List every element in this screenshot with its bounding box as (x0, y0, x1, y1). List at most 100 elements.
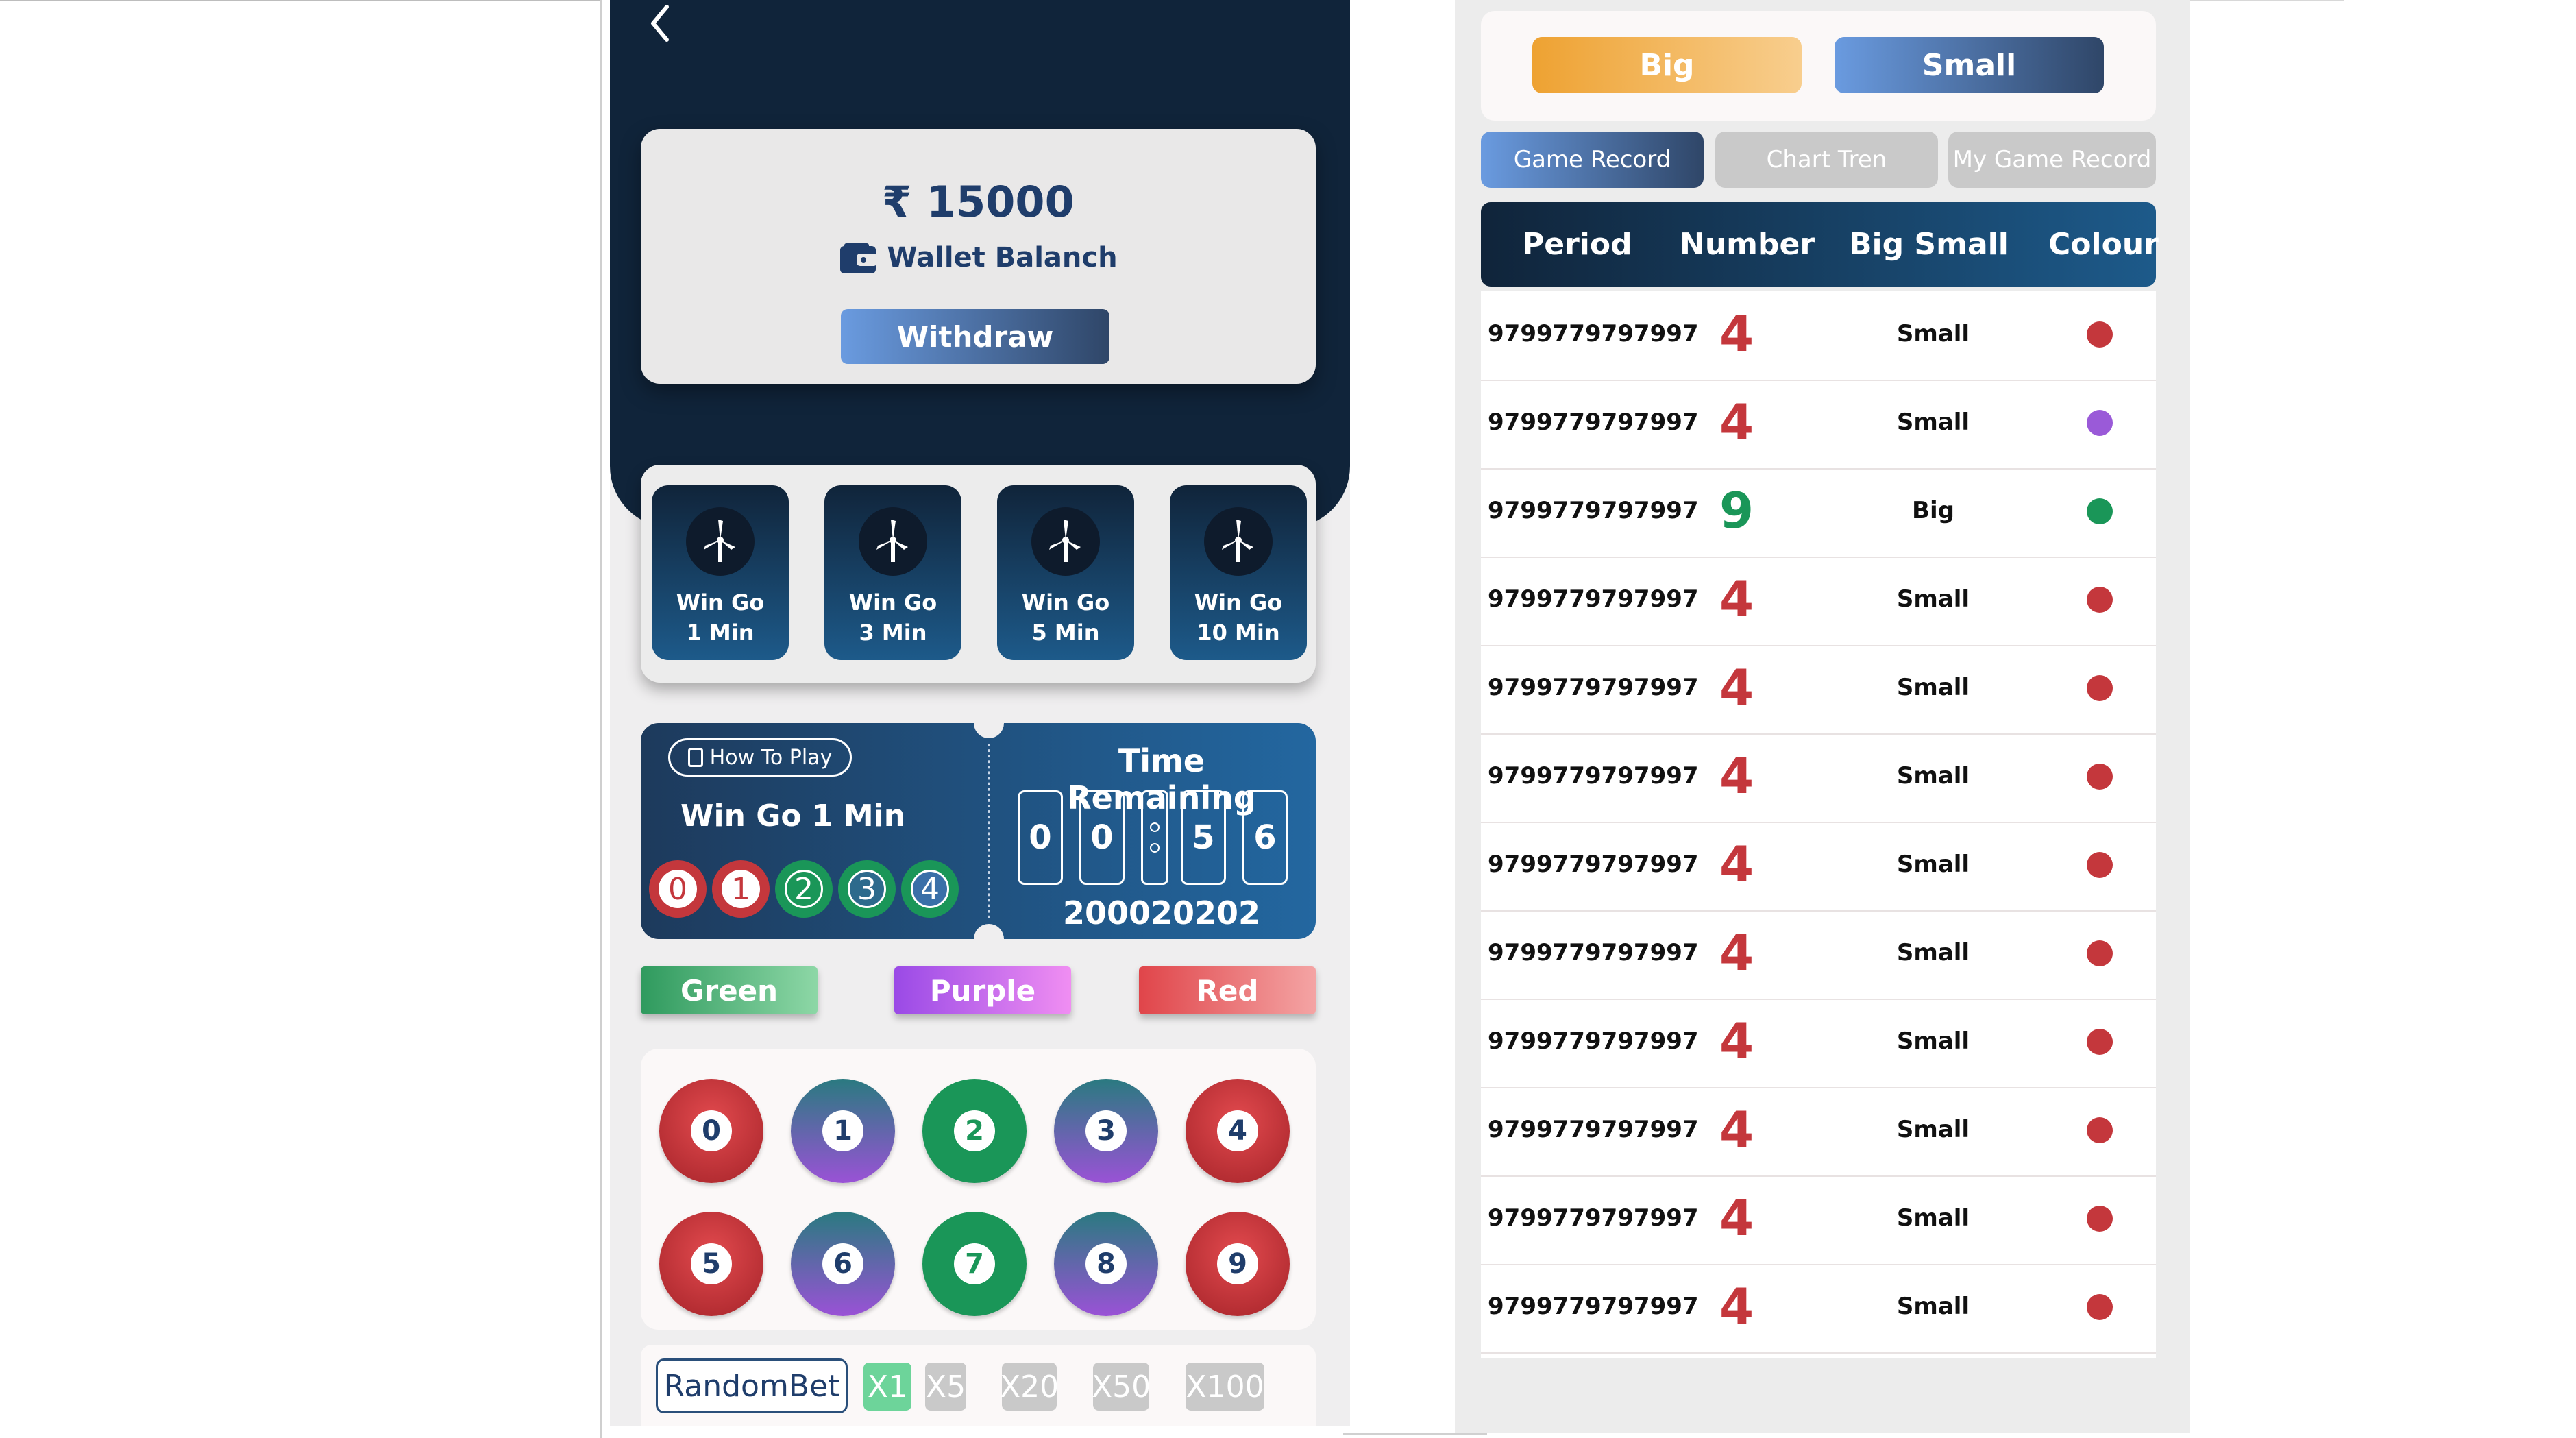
current-game-title: Win Go 1 Min (680, 799, 906, 833)
number-ball-8[interactable]: 8 (1054, 1212, 1158, 1316)
how-to-play-button[interactable]: How To Play (668, 738, 852, 777)
countdown-digit: 6 (1242, 790, 1288, 885)
game-mode-5min[interactable]: Win Go 5 Min (997, 485, 1134, 660)
bet-multiplier-bar: RandomBet X1 X5 X20 X50 X100 (641, 1345, 1316, 1426)
big-small-cell: Small (1896, 939, 1970, 966)
multiplier-x5[interactable]: X5 (925, 1363, 966, 1411)
number-cell: 9 (1719, 482, 1754, 539)
table-row: 9799779797997 4 Small (1481, 380, 2156, 470)
windmill-icon (1031, 507, 1100, 576)
number-ball-3[interactable]: 3 (1054, 1079, 1158, 1183)
period-cell: 9799779797997 (1488, 762, 1699, 790)
number-ball-0[interactable]: 0 (659, 1079, 763, 1183)
number-cell: 4 (1719, 305, 1754, 363)
period-cell: 9799779797997 (1488, 851, 1699, 878)
number-ball-9[interactable]: 9 (1186, 1212, 1290, 1316)
colour-dot (2087, 1029, 2113, 1055)
big-small-cell: Small (1896, 585, 1970, 613)
back-arrow-icon[interactable] (641, 3, 682, 44)
multiplier-x20[interactable]: X20 (1000, 1363, 1059, 1411)
ball-number: 2 (954, 1110, 995, 1151)
ticket-notch (974, 723, 1004, 738)
game-mode-name: Win Go (848, 589, 937, 616)
recent-result-ball: 4 (901, 860, 959, 918)
table-row: 9799779797997 4 Small (1481, 1087, 2156, 1177)
big-small-panel: Big Small (1481, 11, 2156, 121)
purple-bet-button[interactable]: Purple (894, 966, 1071, 1014)
ball-number: 0 (691, 1110, 732, 1151)
countdown-digit: 0 (1018, 790, 1063, 885)
ball-number: 5 (691, 1243, 732, 1284)
recent-result-ball: 2 (775, 860, 833, 918)
number-ball-6[interactable]: 6 (791, 1212, 895, 1316)
round-timer-panel: How To Play Win Go 1 Min 0 1 2 3 4 Time … (641, 723, 1316, 939)
small-bet-button[interactable]: Small (1835, 37, 2104, 93)
big-small-cell: Small (1896, 1293, 1970, 1320)
number-cell: 4 (1719, 747, 1754, 805)
colour-dot (2087, 1206, 2113, 1232)
random-bet-button[interactable]: RandomBet (656, 1358, 848, 1413)
period-cell: 9799779797997 (1488, 1204, 1699, 1232)
game-mode-duration: 3 Min (859, 620, 927, 646)
multiplier-x1[interactable]: X1 (863, 1363, 911, 1411)
big-small-cell: Small (1896, 851, 1970, 878)
wallet-balance: ₹ 15000 (641, 177, 1316, 227)
game-mode-duration: 10 Min (1197, 620, 1280, 646)
colour-dot (2087, 321, 2113, 348)
record-table: 9799779797997 4 Small 9799779797997 4 Small 97… (1481, 291, 2156, 1358)
big-small-cell: Small (1896, 762, 1970, 790)
number-cell: 4 (1719, 1189, 1754, 1247)
multiplier-x100[interactable]: X100 (1186, 1363, 1264, 1411)
record-table-header: Period Number Big Small Colour (1481, 202, 2159, 287)
number-ball-2[interactable]: 2 (922, 1079, 1027, 1183)
game-mode-10min[interactable]: Win Go 10 Min (1170, 485, 1307, 660)
table-row: 9799779797997 4 Small (1481, 291, 2156, 381)
red-bet-button[interactable]: Red (1139, 966, 1316, 1014)
big-small-cell: Small (1896, 1204, 1970, 1232)
period-cell: 9799779797997 (1488, 939, 1699, 966)
top-border-line (0, 0, 600, 1)
countdown-colon (1141, 790, 1168, 885)
recent-result-ball: 1 (712, 860, 770, 918)
period-cell: 9799779797997 (1488, 497, 1699, 524)
wallet-card: ₹ 15000 Wallet Balanch Withdraw (641, 129, 1316, 384)
number-cell: 4 (1719, 1101, 1754, 1158)
game-mode-3min[interactable]: Win Go 3 Min (824, 485, 961, 660)
table-row: 9799779797997 9 Big (1481, 468, 2156, 558)
how-to-play-label: How To Play (709, 745, 833, 770)
game-mode-selector: Win Go 1 Min Win Go 3 Min Win Go 5 Min W… (641, 465, 1316, 683)
windmill-icon (686, 507, 755, 576)
number-ball-5[interactable]: 5 (659, 1212, 763, 1316)
tab-game-record[interactable]: Game Record (1481, 132, 1704, 188)
game-mode-duration: 1 Min (686, 620, 755, 646)
game-mode-name: Win Go (1021, 589, 1110, 616)
column-header-number: Number (1680, 227, 1815, 262)
column-header-colour: Colour (2048, 227, 2159, 262)
countdown-digit: 0 (1079, 790, 1125, 885)
table-row: 9799779797997 4 Small (1481, 1175, 2156, 1265)
table-row: 9799779797997 4 Small (1481, 557, 2156, 646)
game-mode-1min[interactable]: Win Go 1 Min (652, 485, 789, 660)
ball-number: 6 (822, 1243, 863, 1284)
number-ball-4[interactable]: 4 (1186, 1079, 1290, 1183)
colour-dot (2087, 498, 2113, 524)
tab-my-game-record[interactable]: My Game Record (1948, 132, 2156, 188)
multiplier-x50[interactable]: X50 (1092, 1363, 1151, 1411)
recent-result-ball: 0 (649, 860, 707, 918)
big-small-cell: Small (1896, 1027, 1970, 1055)
wallet-label-row: Wallet Balanch (641, 242, 1316, 275)
record-screen: Big Small Game Record Chart Tren My Game… (1455, 0, 2190, 1433)
number-ball-1[interactable]: 1 (791, 1079, 895, 1183)
ball-number: 1 (822, 1110, 863, 1151)
withdraw-button[interactable]: Withdraw (841, 309, 1109, 364)
green-bet-button[interactable]: Green (641, 966, 818, 1014)
tab-chart-trend[interactable]: Chart Tren (1715, 132, 1938, 188)
colour-dot (2087, 410, 2113, 436)
document-icon (687, 748, 703, 767)
number-cell: 4 (1719, 836, 1754, 893)
big-bet-button[interactable]: Big (1532, 37, 1802, 93)
period-cell: 9799779797997 (1488, 409, 1699, 436)
ball-number: 4 (1217, 1110, 1258, 1151)
number-cell: 4 (1719, 1278, 1754, 1335)
number-ball-7[interactable]: 7 (922, 1212, 1027, 1316)
